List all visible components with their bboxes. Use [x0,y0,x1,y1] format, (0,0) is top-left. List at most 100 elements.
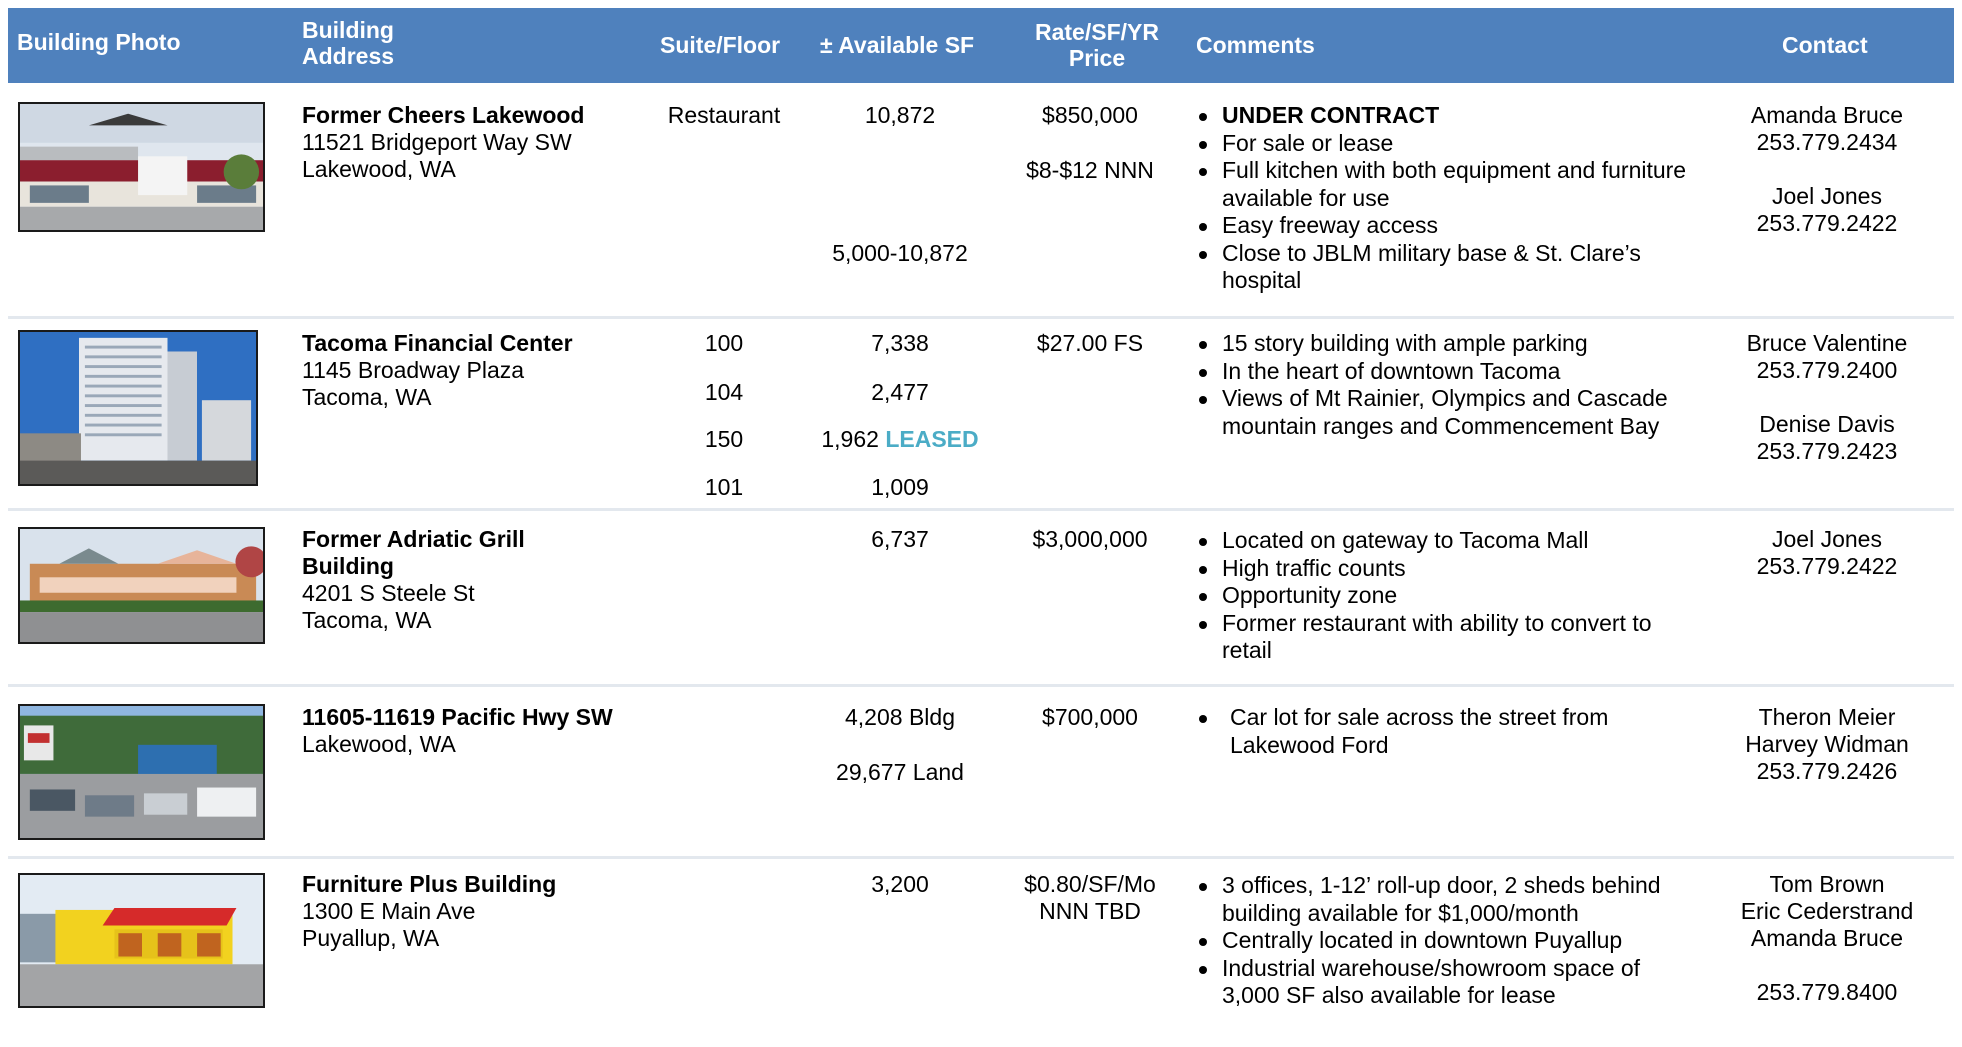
suite-floor: 101 [704,474,744,500]
comments-list: 15 story building with ample parking In … [1195,330,1705,440]
building-name: Tacoma Financial Center [302,330,573,356]
available-sf-value: 1,962 [821,426,879,452]
available-sf: 6,737 [871,526,929,552]
contact-name: Harvey Widman [1745,731,1909,757]
row-divider [8,316,1954,319]
street-address: 1300 E Main Ave [302,898,476,924]
available-sf: 5,000-10,872 [832,240,968,266]
comment-item: Opportunity zone [1195,582,1705,610]
available-sf: 4,208 Bldg [845,704,955,730]
contact-name: Theron Meier [1758,704,1896,730]
comment-item: 15 story building with ample parking [1195,330,1705,358]
comment-item: High traffic counts [1195,555,1705,583]
comment-item: Close to JBLM military base & St. Clare’… [1195,240,1705,295]
contact-phone: 253.779.2426 [1756,758,1898,784]
comment-item: Full kitchen with both equipment and fur… [1195,157,1705,212]
price: $700,000 [1042,704,1138,730]
contact-name: Amanda Bruce [1750,925,1904,951]
building-name: 11605-11619 Pacific Hwy SW [302,704,613,730]
header-contact: Contact [1782,32,1868,58]
comments-list: UNDER CONTRACT For sale or lease Full ki… [1195,102,1705,295]
comments-list: Car lot for sale across the street from … [1195,704,1655,759]
city-state: Lakewood, WA [302,731,456,757]
suite-floor: 100 [704,330,744,356]
row-divider [8,508,1954,511]
building-name: Furniture Plus Building [302,871,557,897]
contact-phone: 253.779.2422 [1756,210,1898,236]
comment-item: Industrial warehouse/showroom space of 3… [1195,955,1695,1010]
table-header: Building Photo Building Address Suite/Fl… [8,8,1954,83]
rate: $27.00 FS [1036,330,1144,356]
contact-phone: 253.779.2422 [1756,553,1898,579]
header-rate-price: Rate/SF/YR Price [1035,19,1159,71]
contact: Bruce Valentine 253.779.2400 Denise Davi… [1722,330,1932,465]
contact-phone: 253.779.2434 [1756,129,1898,155]
rate: $8-$12 NNN [1026,157,1154,183]
header-comments: Comments [1196,32,1315,58]
available-sf: 10,872 [864,102,936,128]
comment-item: Easy freeway access [1195,212,1705,240]
row-divider [8,684,1954,687]
contact: Theron Meier Harvey Widman 253.779.2426 [1722,704,1932,785]
city-state: Puyallup, WA [302,925,440,951]
leased-badge: LEASED [885,426,979,452]
available-sf: 2,477 [871,379,929,405]
comment-item: UNDER CONTRACT [1195,102,1705,130]
contact-name: Denise Davis [1759,411,1895,437]
contact-name: Bruce Valentine [1746,330,1908,356]
comments-list: Located on gateway to Tacoma Mall High t… [1195,527,1705,665]
street-address: 1145 Broadway Plaza [302,357,525,383]
available-sf: 1,009 [871,474,929,500]
suite-floor: Restaurant [667,102,781,128]
comment-item: Views of Mt Rainier, Olympics and Cascad… [1195,385,1705,440]
building-address: Furniture Plus Building 1300 E Main Ave … [302,871,556,952]
rate-line: NNN TBD [1039,898,1141,924]
comments-list: 3 offices, 1-12’ roll-up door, 2 sheds b… [1195,872,1695,1010]
building-photo [18,873,265,1008]
building-photo [18,102,265,232]
city-state: Tacoma, WA [302,384,432,410]
header-available-sf: ± Available SF [820,32,975,58]
building-address: Former Cheers Lakewood 11521 Bridgeport … [302,102,584,183]
building-address: Tacoma Financial Center 1145 Broadway Pl… [302,330,573,411]
header-building-photo: Building Photo [17,29,181,55]
contact: Amanda Bruce 253.779.2434 Joel Jones 253… [1722,102,1932,237]
rate-line: $0.80/SF/Mo [1024,871,1156,897]
building-address: Former Adriatic Grill Building 4201 S St… [302,526,572,634]
building-name: Former Adriatic Grill Building [302,526,525,579]
building-address: 11605-11619 Pacific Hwy SW Lakewood, WA [302,704,613,758]
contact-phone: 253.779.2423 [1756,438,1898,464]
available-sf: 29,677 Land [836,759,964,785]
street-address: 4201 S Steele St [302,580,475,606]
header-building-address: Building Address [302,17,395,69]
contact-name: Tom Brown [1769,871,1885,897]
comment-item: Located on gateway to Tacoma Mall [1195,527,1705,555]
contact-name: Eric Cederstrand [1740,898,1914,924]
available-sf: 3,200 [871,871,929,897]
comment-item: Car lot for sale across the street from … [1195,704,1655,759]
contact-phone: 253.779.8400 [1756,979,1898,1005]
building-photo [18,330,258,486]
price: $3,000,000 [1032,526,1148,552]
comment-item: Former restaurant with ability to conver… [1195,610,1705,665]
building-name: Former Cheers Lakewood [302,102,585,128]
comment-item: For sale or lease [1195,130,1705,158]
contact-name: Joel Jones [1772,183,1882,209]
header-suite-floor: Suite/Floor [660,32,781,58]
comment-item: Centrally located in downtown Puyallup [1195,927,1695,955]
price: $850,000 [1042,102,1138,128]
contact-name: Amanda Bruce [1750,102,1904,128]
contact: Joel Jones 253.779.2422 [1722,526,1932,580]
available-sf: 7,338 [871,330,929,356]
contact-name: Joel Jones [1772,526,1882,552]
suite-floor: 150 [704,426,744,452]
available-sf: 1,962 LEASED [800,426,1000,453]
contact-phone: 253.779.2400 [1756,357,1898,383]
city-state: Tacoma, WA [302,607,432,633]
rate: $0.80/SF/Mo NNN TBD [1004,871,1176,925]
contact: Tom Brown Eric Cederstrand Amanda Bruce … [1722,871,1932,1006]
row-divider [8,856,1954,859]
city-state: Lakewood, WA [302,156,456,182]
building-photo [18,527,265,644]
suite-floor: 104 [704,379,744,405]
